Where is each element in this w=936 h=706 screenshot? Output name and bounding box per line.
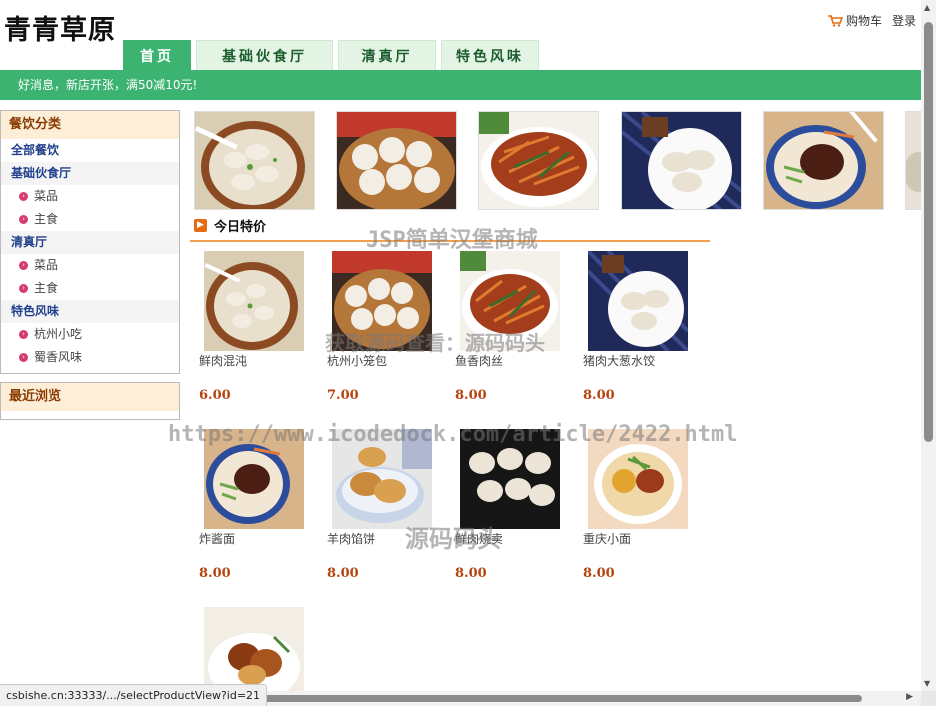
sidebar-group-basic[interactable]: 基础伙食厅 [1, 162, 179, 185]
featured-image-dumplings[interactable] [621, 111, 742, 210]
product-image[interactable] [204, 429, 304, 529]
product-image[interactable] [588, 251, 688, 351]
scroll-up-icon[interactable]: ▲ [924, 3, 930, 12]
featured-image-strip [194, 111, 921, 211]
category-sidebar: 餐饮分类 全部餐饮 基础伙食厅 › 菜品 › 主食 清真厅 › 菜品 › 主食 特色风味… [0, 110, 180, 374]
section-divider [190, 240, 710, 242]
scroll-right-icon[interactable]: ▶ [906, 692, 913, 702]
scroll-down-icon[interactable]: ▼ [924, 679, 930, 688]
product-name[interactable]: 鲜肉烧卖 [455, 530, 503, 547]
bullet-icon: › [19, 215, 28, 224]
sidebar-item-label: 蜀香风味 [34, 350, 83, 364]
announcement-banner: 好消息，新店开张，满50减10元! [0, 70, 921, 100]
bullet-icon: › [19, 284, 28, 293]
top-links: 购物车 登录 [827, 12, 916, 29]
sidebar-item-sichuan-flavor[interactable]: › 蜀香风味 [1, 346, 179, 369]
product-image[interactable] [204, 251, 304, 351]
tab-basic-hall[interactable]: 基础伙食厅 [196, 40, 333, 70]
sidebar-item-label: 菜品 [34, 258, 59, 272]
tab-home[interactable]: 首页 [123, 40, 191, 70]
sidebar-item-hangzhou-snacks[interactable]: › 杭州小吃 [1, 323, 179, 346]
tab-halal-hall[interactable]: 清真厅 [338, 40, 436, 70]
scrollbar-thumb[interactable] [924, 22, 933, 442]
cart-label: 购物车 [845, 14, 882, 28]
section-header: ▶ 今日特价 [194, 216, 266, 235]
sidebar-item-label: 主食 [34, 212, 59, 226]
section-title: 今日特价 [214, 220, 267, 235]
sidebar-group-special[interactable]: 特色风味 [1, 300, 179, 323]
featured-image-buns[interactable] [336, 111, 457, 210]
product-name[interactable]: 炸酱面 [199, 530, 235, 547]
product-image[interactable] [204, 607, 304, 691]
product-price: 8.00 [583, 566, 615, 581]
product-name[interactable]: 鱼香肉丝 [455, 352, 503, 369]
sidebar-title: 餐饮分类 [1, 111, 179, 139]
product-price: 7.00 [327, 388, 359, 403]
product-price: 8.00 [199, 566, 231, 581]
watermark-text: JSP简单汉堡商城 [366, 228, 538, 253]
sidebar-item-basic-dishes[interactable]: › 菜品 [1, 185, 179, 208]
tab-special-flavor[interactable]: 特色风味 [441, 40, 539, 70]
bullet-icon: › [19, 330, 28, 339]
product-image[interactable] [460, 251, 560, 351]
product-name[interactable]: 羊肉馅饼 [327, 530, 375, 547]
product-price: 6.00 [199, 388, 231, 403]
featured-image-wonton[interactable] [194, 111, 315, 210]
arrow-right-icon: ▶ [194, 219, 207, 232]
product-price: 8.00 [455, 388, 487, 403]
vertical-scrollbar[interactable]: ▲ ▼ [921, 0, 936, 706]
featured-image-zhajiang-noodles[interactable] [763, 111, 884, 210]
sidebar-item-halal-dishes[interactable]: › 菜品 [1, 254, 179, 277]
sidebar-item-halal-staple[interactable]: › 主食 [1, 277, 179, 300]
main-nav: 首页 基础伙食厅 清真厅 特色风味 [123, 40, 539, 70]
product-image[interactable] [460, 429, 560, 529]
cart-icon [827, 14, 843, 27]
product-name[interactable]: 重庆小面 [583, 530, 631, 547]
product-price: 8.00 [455, 566, 487, 581]
featured-image-partial[interactable] [905, 111, 921, 210]
product-name[interactable]: 杭州小笼包 [327, 352, 387, 369]
recent-views-title: 最近浏览 [1, 383, 179, 411]
login-link[interactable]: 登录 [892, 12, 916, 29]
sidebar-item-label: 杭州小吃 [34, 327, 83, 341]
recent-views-box: 最近浏览 [0, 382, 180, 420]
sidebar-item-basic-staple[interactable]: › 主食 [1, 208, 179, 231]
featured-image-shredded-pork[interactable] [478, 111, 599, 210]
bullet-icon: › [19, 353, 28, 362]
product-price: 8.00 [583, 388, 615, 403]
sidebar-item-all[interactable]: 全部餐饮 [1, 139, 179, 162]
product-image[interactable] [332, 251, 432, 351]
bullet-icon: › [19, 261, 28, 270]
sidebar-item-label: 主食 [34, 281, 59, 295]
status-url: csbishe.cn:33333/.../selectProductView?i… [0, 684, 268, 706]
product-name[interactable]: 猪肉大葱水饺 [583, 352, 655, 369]
sidebar-item-label: 菜品 [34, 189, 59, 203]
product-image[interactable] [588, 429, 688, 529]
site-logo[interactable]: 青青草原 [4, 8, 116, 47]
product-price: 8.00 [327, 566, 359, 581]
product-image[interactable] [332, 429, 432, 529]
product-name[interactable]: 鲜肉混沌 [199, 352, 247, 369]
scrollbar-corner [921, 691, 936, 706]
sidebar-group-halal[interactable]: 清真厅 [1, 231, 179, 254]
bullet-icon: › [19, 192, 28, 201]
cart-link[interactable]: 购物车 [827, 12, 882, 29]
